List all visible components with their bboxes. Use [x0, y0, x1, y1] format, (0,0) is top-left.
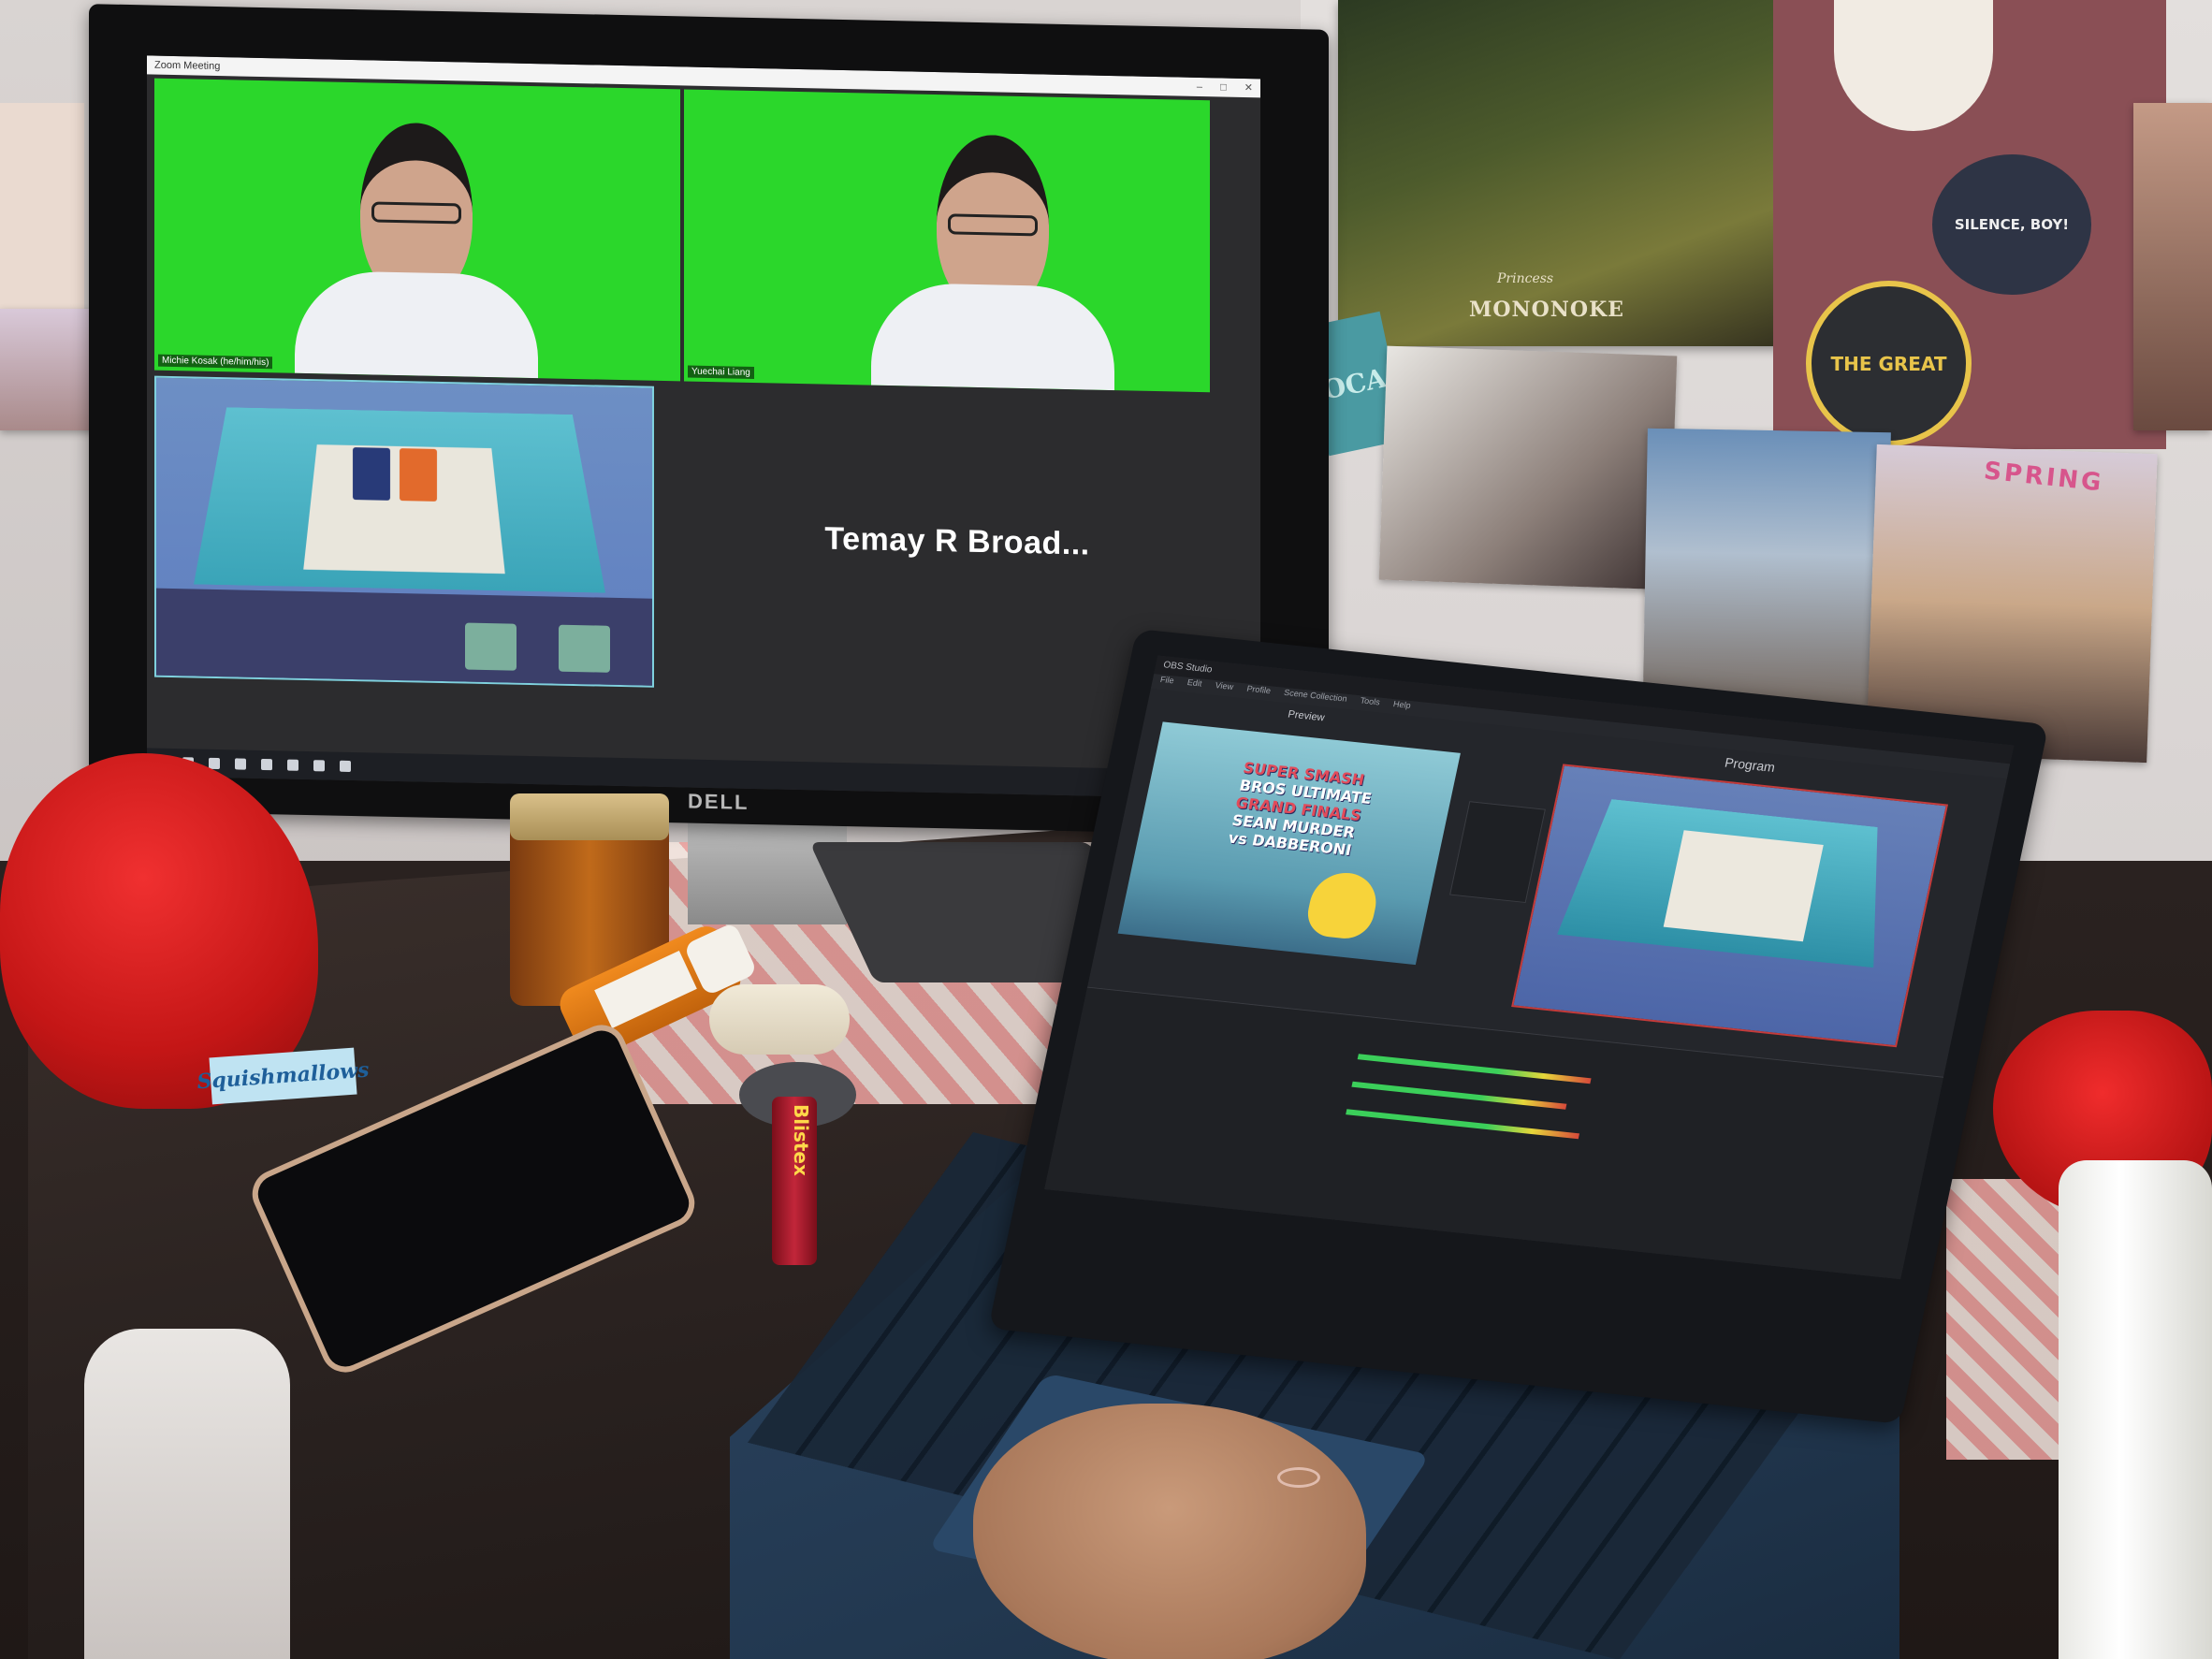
preview-graphic-text: SUPER SMASH BROS ULTIMATE GRAND FINALS S… — [1227, 759, 1385, 861]
menu-edit[interactable]: Edit — [1186, 677, 1203, 688]
program-label: Program — [1723, 754, 1777, 775]
mononoke-poster — [1338, 0, 1825, 346]
program-game-table — [1663, 830, 1824, 942]
photo-scene: Princess MONONOKE SILENCE, BOY! THE GREA… — [0, 0, 2212, 1659]
jar-lid — [510, 793, 669, 840]
ring — [1277, 1467, 1320, 1488]
laptop-lid: OBS Studio File Edit View Profile Scene … — [988, 629, 2049, 1424]
close-icon[interactable]: ✕ — [1244, 82, 1253, 94]
mini-webcam — [465, 622, 517, 671]
participant-name-3: Temay R Broad... — [824, 520, 1090, 562]
audio-meter — [1357, 1054, 1592, 1084]
menu-help[interactable]: Help — [1392, 699, 1412, 710]
pikachu-image — [1302, 869, 1382, 941]
participant-tile-1[interactable]: Michie Kosak (he/him/his) — [154, 78, 680, 382]
mail-icon[interactable] — [313, 760, 325, 772]
zoom-icon[interactable] — [340, 760, 351, 772]
obs-preview[interactable]: SUPER SMASH BROS ULTIMATE GRAND FINALS S… — [1117, 721, 1461, 966]
menu-file[interactable]: File — [1159, 675, 1175, 685]
zoom-window-title: Zoom Meeting — [154, 59, 221, 73]
chapstick-label: Blistex — [790, 1104, 812, 1176]
participant-name-2: Yuechai Liang — [688, 365, 754, 380]
monitor-screen: Zoom Meeting – □ ✕ Michie Kosak (he/him/… — [147, 55, 1260, 800]
friends-photo — [1378, 345, 1678, 590]
window-controls[interactable]: – □ ✕ — [1182, 78, 1253, 98]
maximize-icon[interactable]: □ — [1220, 81, 1227, 93]
audio-meter — [1346, 1109, 1580, 1140]
participant-person-1 — [295, 121, 538, 379]
minimize-icon[interactable]: – — [1197, 81, 1202, 93]
glasses-icon — [371, 201, 461, 225]
sticker-silence: SILENCE, BOY! — [1932, 154, 2091, 295]
game-card — [353, 447, 390, 501]
menu-tools[interactable]: Tools — [1360, 695, 1381, 706]
audio-meter — [1351, 1081, 1567, 1110]
preview-label: Preview — [1287, 708, 1326, 724]
obs-program — [1511, 764, 1949, 1048]
glasses-icon — [948, 213, 1038, 237]
participant-name-1: Michie Kosak (he/him/his) — [158, 354, 273, 370]
earbuds-case — [709, 984, 850, 1055]
menu-view[interactable]: View — [1215, 680, 1234, 691]
store-icon[interactable] — [287, 759, 298, 771]
edge-icon[interactable] — [235, 758, 246, 770]
hand — [973, 1404, 1366, 1659]
sticker-the-great: THE GREAT — [1806, 281, 1972, 446]
screen-share-tile[interactable] — [154, 375, 654, 688]
folder-icon[interactable] — [261, 758, 272, 771]
menu-profile[interactable]: Profile — [1246, 684, 1272, 696]
caricature-drawing — [0, 103, 84, 309]
poster-subtitle: Princess — [1497, 271, 1554, 286]
participant-person-2 — [871, 133, 1114, 391]
photo-booth-strip — [2133, 103, 2212, 430]
monitor-brand-logo: DELL — [688, 789, 749, 814]
poster-title: MONONOKE — [1469, 298, 1624, 322]
game-card — [400, 448, 437, 502]
mini-webcam — [559, 624, 610, 673]
chair — [84, 1329, 290, 1659]
transitions-panel[interactable] — [1449, 801, 1546, 904]
white-bottle — [2059, 1160, 2212, 1659]
laptop-screen: OBS Studio File Edit View Profile Scene … — [1044, 655, 2015, 1280]
participant-tile-2[interactable]: Yuechai Liang — [684, 89, 1210, 393]
